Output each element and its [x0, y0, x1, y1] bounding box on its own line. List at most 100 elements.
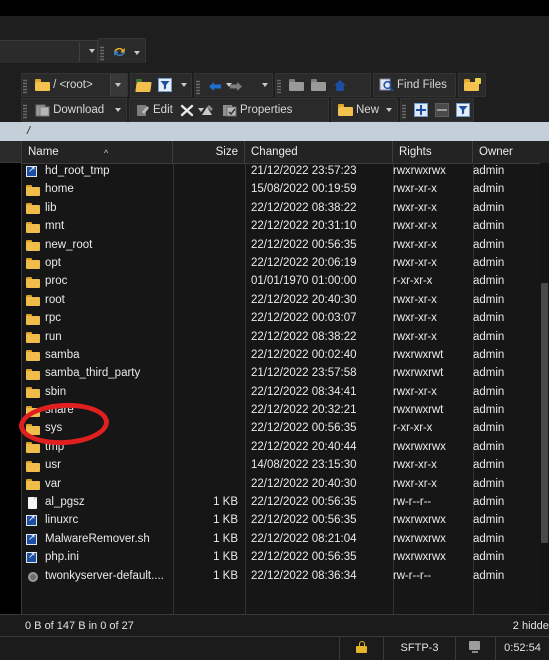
parent-directory-button[interactable] — [287, 75, 306, 95]
toolbar-grip[interactable] — [277, 79, 281, 94]
new-directory-button[interactable] — [462, 75, 481, 95]
table-row[interactable]: al_pgsz 1 KB 22/12/2022 00:56:35 rw-r--r-- a… — [22, 494, 549, 512]
filter-button[interactable] — [156, 75, 174, 95]
cell-name[interactable]: php.ini — [22, 549, 173, 567]
vertical-scrollbar[interactable] — [540, 163, 549, 613]
toolbar-grip[interactable] — [402, 104, 406, 119]
session-combo[interactable] — [0, 40, 98, 64]
select-remove-button[interactable] — [433, 100, 451, 120]
download-button[interactable]: Download — [33, 100, 106, 120]
cell-name[interactable]: proc — [22, 273, 173, 291]
table-row[interactable]: var 22/12/2022 20:40:30 rwxr-xr-x admin — [22, 476, 549, 494]
cell-name[interactable]: MalwareRemover.sh — [22, 531, 173, 549]
cell-name[interactable]: new_root — [22, 237, 173, 255]
column-header-changed[interactable]: Changed — [245, 141, 393, 163]
encryption-status-cell[interactable] — [339, 637, 383, 660]
scrollbar-thumb[interactable] — [541, 283, 548, 543]
cell-name[interactable]: samba — [22, 347, 173, 365]
cell-name[interactable]: sbin — [22, 384, 173, 402]
table-row[interactable]: linuxrc 1 KB 22/12/2022 00:56:35 rwxrwxrwx a… — [22, 512, 549, 530]
cell-changed: 22/12/2022 00:02:40 — [251, 348, 357, 361]
back-button[interactable] — [206, 76, 224, 96]
chevron-down-icon[interactable] — [89, 49, 95, 53]
table-row[interactable]: rpc 22/12/2022 00:03:07 rwxr-xr-x admin — [22, 310, 549, 328]
table-row[interactable]: lib 22/12/2022 08:38:22 rwxr-xr-x admin — [22, 200, 549, 218]
remote-file-list[interactable]: Name ^ Size Changed Rights Owner hd_root… — [21, 141, 549, 614]
toolbar-grip[interactable] — [23, 104, 27, 119]
rename-button[interactable] — [199, 100, 217, 120]
cell-name[interactable]: hd_root_tmp — [22, 163, 173, 181]
chevron-down-icon[interactable] — [262, 83, 268, 87]
cell-name[interactable]: run — [22, 329, 173, 347]
path-button[interactable]: / <root> — [33, 75, 95, 95]
table-row[interactable]: new_root 22/12/2022 00:56:35 rwxr-xr-x admi… — [22, 237, 549, 255]
sync-browsing-button[interactable] — [110, 42, 129, 62]
table-row[interactable]: opt 22/12/2022 20:06:19 rwxr-xr-x admin — [22, 255, 549, 273]
properties-button[interactable]: Properties — [220, 100, 294, 120]
table-row[interactable]: hd_root_tmp 21/12/2022 23:57:23 rwxrwxrwx a… — [22, 163, 549, 181]
compression-status-cell[interactable] — [455, 637, 495, 660]
cell-name[interactable]: linuxrc — [22, 512, 173, 530]
chevron-down-icon[interactable] — [115, 108, 121, 112]
chevron-down-icon[interactable] — [386, 108, 392, 112]
delete-button[interactable] — [178, 100, 196, 120]
cell-name[interactable]: mnt — [22, 218, 173, 236]
cell-name[interactable]: twonkyserver-default.... — [22, 568, 173, 586]
table-row[interactable]: root 22/12/2022 20:40:30 rwxr-xr-x admin — [22, 292, 549, 310]
table-row[interactable]: php.ini 1 KB 22/12/2022 00:56:35 rwxrwxrwx a… — [22, 549, 549, 567]
table-row[interactable]: home 15/08/2022 00:19:59 rwxr-xr-x admin — [22, 181, 549, 199]
table-row[interactable]: mnt 22/12/2022 20:31:10 rwxr-xr-x admin — [22, 218, 549, 236]
new-button[interactable]: New — [336, 100, 381, 120]
table-row[interactable]: twonkyserver-default.... 1 KB 22/12/2022 0… — [22, 568, 549, 586]
cell-name[interactable]: samba_third_party — [22, 365, 173, 383]
table-row[interactable]: sbin 22/12/2022 08:34:41 rwxr-xr-x admin — [22, 384, 549, 402]
cell-rights: rwxrwxrwt — [393, 404, 444, 417]
column-header-size[interactable]: Size — [173, 141, 245, 163]
select-filter-button[interactable] — [454, 100, 472, 120]
new-group: New — [331, 98, 398, 122]
cell-name[interactable]: var — [22, 476, 173, 494]
cell-name[interactable]: share — [22, 402, 173, 420]
toolbar-grip[interactable] — [100, 46, 104, 61]
edit-button[interactable]: Edit — [134, 100, 175, 120]
table-row[interactable]: MalwareRemover.sh 1 KB 22/12/2022 08:21:04… — [22, 531, 549, 549]
cell-name[interactable]: opt — [22, 255, 173, 273]
cell-name[interactable]: rpc — [22, 310, 173, 328]
remote-path-bar[interactable]: / — [21, 122, 549, 141]
find-files-button[interactable]: Find Files — [377, 75, 449, 95]
cell-name[interactable]: al_pgsz — [22, 494, 173, 512]
elapsed-time-cell[interactable]: 0:52:54 — [495, 637, 549, 660]
cell-name[interactable]: root — [22, 292, 173, 310]
cell-rights: rwxr-xr-x — [393, 238, 437, 251]
column-header-name[interactable]: Name ^ — [22, 141, 173, 163]
toolbar-grip[interactable] — [196, 79, 200, 95]
cell-name[interactable]: home — [22, 181, 173, 199]
table-row[interactable]: tmp 22/12/2022 20:40:44 rwxrwxrwx admin — [22, 439, 549, 457]
folder-icon — [26, 332, 40, 345]
chevron-down-icon[interactable] — [181, 83, 187, 87]
table-row[interactable]: samba 22/12/2022 00:02:40 rwxrwxrwt admin — [22, 347, 549, 365]
toolbar-grip[interactable] — [23, 79, 27, 94]
chevron-down-icon[interactable] — [134, 51, 140, 55]
path-button-label: / <root> — [53, 79, 93, 91]
file-list-rows[interactable]: hd_root_tmp 21/12/2022 23:57:23 rwxrwxrwx a… — [22, 163, 549, 613]
home-directory-button[interactable] — [331, 75, 349, 95]
path-dropdown[interactable] — [110, 74, 127, 96]
column-header-owner[interactable]: Owner — [473, 141, 549, 163]
column-header-rights[interactable]: Rights — [393, 141, 473, 163]
forward-button[interactable] — [227, 76, 245, 96]
open-directory-button[interactable] — [134, 75, 153, 95]
table-row[interactable]: sys 22/12/2022 00:56:35 r-xr-xr-x admin — [22, 420, 549, 438]
table-row[interactable]: share 22/12/2022 20:32:21 rwxrwxrwt admin — [22, 402, 549, 420]
table-row[interactable]: samba_third_party 21/12/2022 23:57:58 rwxr… — [22, 365, 549, 383]
select-add-button[interactable] — [412, 100, 430, 120]
table-row[interactable]: usr 14/08/2022 23:15:30 rwxr-xr-x admin — [22, 457, 549, 475]
cell-name[interactable]: sys — [22, 420, 173, 438]
cell-name[interactable]: usr — [22, 457, 173, 475]
protocol-cell[interactable]: SFTP-3 — [383, 637, 455, 660]
table-row[interactable]: run 22/12/2022 08:38:22 rwxr-xr-x admin — [22, 329, 549, 347]
root-directory-button[interactable] — [309, 75, 328, 95]
table-row[interactable]: proc 01/01/1970 01:00:00 r-xr-xr-x admin — [22, 273, 549, 291]
cell-name[interactable]: lib — [22, 200, 173, 218]
cell-name[interactable]: tmp — [22, 439, 173, 457]
